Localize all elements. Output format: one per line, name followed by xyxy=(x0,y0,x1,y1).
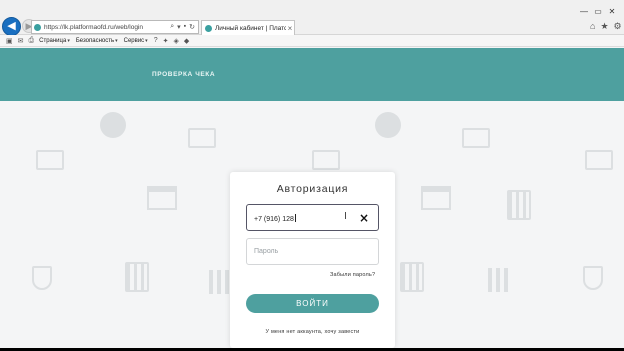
settings-gear-icon[interactable]: ⚙ xyxy=(614,21,622,32)
login-title: Авторизация xyxy=(276,183,349,195)
address-bar[interactable]: https://lk.platformaofd.ru/web/login ⌕ ▾… xyxy=(31,20,199,34)
trophy-icon xyxy=(583,266,603,290)
login-button[interactable]: ВОЙТИ xyxy=(246,294,379,313)
calculator-icon xyxy=(400,262,424,292)
ibeam-cursor-icon: I xyxy=(344,211,347,222)
pie-chart-icon xyxy=(100,112,126,138)
search-icon[interactable]: ⌕ xyxy=(170,23,174,31)
trophy-icon xyxy=(32,266,52,290)
command-bar: ▣ ✉ ⎙ Страница▾ Безопасность▾ Сервис▾ ? … xyxy=(0,35,624,47)
minimize-icon[interactable]: — xyxy=(578,6,590,16)
menu-page[interactable]: Страница▾ xyxy=(39,38,70,44)
calculator-icon xyxy=(125,262,149,292)
home-icon[interactable]: ⌂ xyxy=(590,21,595,32)
refresh-icon[interactable]: ↻ xyxy=(189,23,195,31)
login-card: Авторизация +7 (916) 128 I × Пароль Забы… xyxy=(230,172,395,348)
extension-2-icon[interactable]: ◈ xyxy=(173,37,178,45)
nav-check-receipt[interactable]: ПРОВЕРКА ЧЕКА xyxy=(152,71,215,78)
site-favicon-icon xyxy=(34,23,41,31)
browser-window: — ▭ ✕ ◀ ▶ https://lk.platformaofd.ru/web… xyxy=(0,0,624,348)
password-placeholder: Пароль xyxy=(254,248,279,255)
dropdown-icon[interactable]: ▾ xyxy=(177,23,181,31)
address-url[interactable]: https://lk.platformaofd.ru/web/login xyxy=(44,24,170,31)
back-button[interactable]: ◀ xyxy=(2,17,21,36)
feeds-icon[interactable]: ▣ xyxy=(6,37,13,45)
shop-icon xyxy=(147,186,177,210)
browser-tab[interactable]: Личный кабинет | Платфо... × xyxy=(201,20,295,35)
maximize-icon[interactable]: ▭ xyxy=(592,6,604,16)
tab-favicon-icon xyxy=(205,24,212,32)
extension-3-icon[interactable]: ◆ xyxy=(184,37,189,45)
browser-titlebar: — ▭ ✕ ◀ ▶ https://lk.platformaofd.ru/web… xyxy=(0,0,624,36)
register-link[interactable]: У меня нет аккаунта, хочу завести xyxy=(230,329,395,335)
site-header: ПРОВЕРКА ЧЕКА xyxy=(0,48,624,101)
pie-chart-icon xyxy=(375,112,401,138)
lock-icon[interactable]: ▪ xyxy=(184,23,186,31)
mail-icon[interactable]: ✉ xyxy=(18,37,24,45)
print-icon[interactable]: ⎙ xyxy=(29,37,35,45)
phone-device-icon xyxy=(507,190,531,220)
monitor-icon xyxy=(585,150,613,170)
forgot-password-link[interactable]: Забыли пароль? xyxy=(330,272,375,278)
phone-input-value[interactable]: +7 (916) 128 xyxy=(254,216,294,223)
password-input[interactable]: Пароль xyxy=(246,238,379,265)
menu-tools[interactable]: Сервис▾ xyxy=(124,38,148,44)
menu-security[interactable]: Безопасность▾ xyxy=(76,38,118,44)
phone-input[interactable]: +7 (916) 128 I × xyxy=(246,204,379,231)
close-window-icon[interactable]: ✕ xyxy=(606,6,618,16)
monitor-icon xyxy=(188,128,216,148)
monitor-icon xyxy=(462,128,490,148)
text-caret xyxy=(294,214,296,222)
extension-icon[interactable]: ✦ xyxy=(163,37,169,45)
monitor-icon xyxy=(36,150,64,170)
help-icon[interactable]: ? xyxy=(154,37,158,44)
favorites-star-icon[interactable]: ★ xyxy=(600,21,608,32)
tab-title[interactable]: Личный кабинет | Платфо... xyxy=(215,25,286,32)
shop-icon xyxy=(421,186,451,210)
clear-input-icon[interactable]: × xyxy=(357,211,371,225)
bar-chart-icon xyxy=(488,268,514,292)
tab-close-icon[interactable]: × xyxy=(286,24,294,33)
monitor-icon xyxy=(312,150,340,170)
